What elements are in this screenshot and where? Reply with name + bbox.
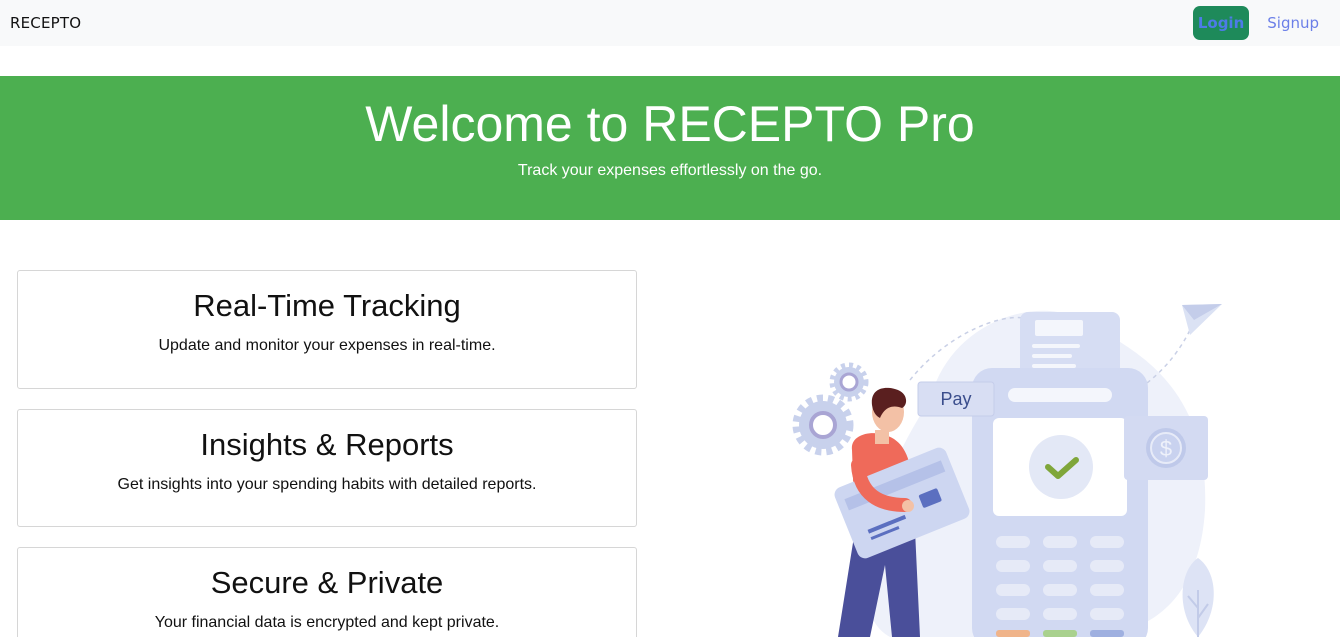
feature-description: Your financial data is encrypted and kep… (154, 614, 500, 631)
feature-card-real-time-tracking: Real-Time Tracking Update and monitor yo… (17, 270, 637, 389)
navbar: RECEPTO Login Signup (0, 0, 1340, 46)
hero-banner: Welcome to RECEPTO Pro Track your expens… (0, 76, 1340, 220)
nav-actions: Login Signup (1192, 6, 1330, 40)
currency-symbol: $ (1160, 436, 1172, 461)
pay-badge: Pay (917, 381, 995, 417)
feature-card-secure-private: Secure & Private Your financial data is … (17, 547, 637, 637)
dollar-coin-icon: $ (1124, 416, 1208, 480)
feature-title: Secure & Private (210, 565, 444, 600)
gear-icon (792, 362, 869, 456)
signup-button[interactable]: Signup (1263, 14, 1323, 32)
paper-plane-icon (1182, 304, 1222, 335)
hero-subtitle: Track your expenses effortlessly on the … (517, 162, 823, 179)
feature-description: Get insights into your spending habits w… (117, 476, 537, 493)
feature-card-insights-reports: Insights & Reports Get insights into you… (17, 409, 637, 527)
feature-description: Update and monitor your expenses in real… (158, 337, 496, 354)
brand-logo[interactable]: RECEPTO (10, 14, 81, 32)
payment-illustration: Pay $ (792, 304, 1222, 637)
hero-title: Welcome to RECEPTO Pro (365, 96, 975, 152)
feature-title: Real-Time Tracking (193, 288, 461, 323)
pay-label: Pay (940, 389, 971, 409)
check-icon (1029, 435, 1093, 499)
feature-title: Insights & Reports (200, 427, 454, 462)
login-button[interactable]: Login (1192, 6, 1250, 40)
